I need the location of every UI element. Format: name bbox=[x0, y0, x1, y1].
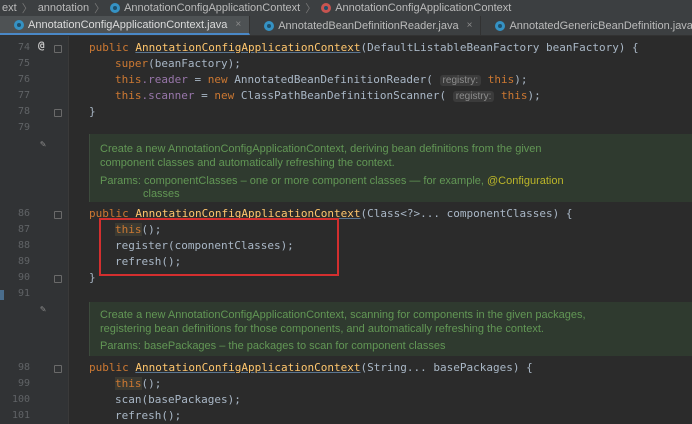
fold-icon[interactable] bbox=[54, 45, 62, 53]
code-token: AnnotatedBeanDefinitionReader( bbox=[234, 73, 440, 86]
code-token: this bbox=[115, 73, 142, 86]
line-number: 77 bbox=[17, 90, 30, 101]
highlight-box bbox=[99, 218, 339, 276]
breadcrumb-item-method[interactable]: AnnotationConfigApplicationContext bbox=[319, 2, 513, 14]
tab-label: AnnotatedBeanDefinitionReader.java bbox=[278, 19, 459, 32]
line-number: 79 bbox=[17, 122, 30, 133]
edit-doc-icon[interactable]: ✎ bbox=[40, 139, 46, 150]
line-number: 78 bbox=[17, 106, 30, 117]
tab-annotated-bean-definition-reader[interactable]: AnnotatedBeanDefinitionReader.java × bbox=[250, 16, 482, 35]
code-token: AnnotationConfigApplicationContext bbox=[135, 41, 361, 54]
doc-params: Params: componentClasses – one or more c… bbox=[100, 174, 564, 188]
class-icon bbox=[495, 20, 506, 31]
line-number: 86 bbox=[17, 208, 30, 219]
doc-params-text: Params: componentClasses – one or more c… bbox=[100, 175, 488, 187]
line-number: 100 bbox=[11, 394, 30, 405]
code-token: ); bbox=[527, 89, 541, 102]
close-icon[interactable]: × bbox=[235, 19, 241, 30]
line-number: 74 bbox=[17, 42, 30, 53]
code-token: new bbox=[214, 89, 241, 102]
breadcrumb: ext 〉 annotation 〉 AnnotationConfigAppli… bbox=[0, 0, 692, 16]
code-token: (DefaultListableBeanFactory beanFactory)… bbox=[360, 41, 639, 54]
code-line-101[interactable]: refresh(); bbox=[115, 408, 181, 424]
editor-tabs: AnnotationConfigApplicationContext.java … bbox=[0, 16, 692, 36]
breadcrumb-separator: 〉 bbox=[21, 3, 33, 15]
edit-doc-icon[interactable]: ✎ bbox=[40, 304, 46, 315]
line-number: 89 bbox=[17, 256, 30, 267]
line-number: 75 bbox=[17, 58, 30, 69]
line-number: 88 bbox=[17, 240, 30, 251]
code-token: this bbox=[115, 89, 142, 102]
close-icon[interactable]: × bbox=[467, 20, 473, 31]
parameter-hint: registry: bbox=[452, 91, 495, 102]
code-token: public bbox=[89, 361, 136, 374]
tab-label: AnnotatedGenericBeanDefinition.java bbox=[509, 19, 692, 32]
doc-text: Params: basePackages – the packages to s… bbox=[100, 340, 446, 352]
breadcrumb-item-annotation[interactable]: annotation bbox=[36, 2, 91, 14]
code-token: public bbox=[89, 41, 136, 54]
code-line-75[interactable]: super(beanFactory); bbox=[115, 56, 241, 72]
code-token: this bbox=[494, 89, 528, 102]
fold-icon[interactable] bbox=[54, 211, 62, 219]
breadcrumb-separator: 〉 bbox=[305, 3, 317, 15]
code-token: new bbox=[207, 73, 235, 86]
code-token: .scanner bbox=[141, 89, 195, 102]
class-icon bbox=[110, 3, 121, 13]
breadcrumb-item-ext[interactable]: ext bbox=[0, 2, 19, 14]
code-line-74[interactable]: public AnnotationConfigApplicationContex… bbox=[89, 40, 639, 56]
rendered-javadoc: Create a new AnnotationConfigApplication… bbox=[89, 134, 692, 202]
code-token: super bbox=[115, 57, 149, 70]
doc-text: registering bean definitions for those c… bbox=[100, 323, 544, 335]
line-number: 76 bbox=[17, 74, 30, 85]
breadcrumb-separator: 〉 bbox=[94, 3, 106, 15]
tab-annotation-config-application-context[interactable]: AnnotationConfigApplicationContext.java … bbox=[0, 16, 251, 35]
code-line-99[interactable]: this(); bbox=[115, 376, 161, 392]
rendered-javadoc: Create a new AnnotationConfigApplication… bbox=[89, 302, 692, 356]
line-number: 101 bbox=[11, 410, 30, 421]
code-line-76[interactable]: this.reader = new AnnotatedBeanDefinitio… bbox=[115, 72, 527, 89]
doc-text: classes bbox=[143, 188, 180, 200]
tab-label: AnnotationConfigApplicationContext.java bbox=[28, 18, 228, 31]
line-number: 91 bbox=[17, 288, 30, 299]
breadcrumb-method-label: AnnotationConfigApplicationContext bbox=[335, 2, 512, 14]
tab-annotated-generic-bean-definition[interactable]: AnnotatedGenericBeanDefinition.java × bbox=[481, 16, 692, 35]
class-icon bbox=[14, 19, 24, 30]
code-token: ClassPathBeanDefinitionScanner( bbox=[240, 89, 453, 102]
current-line-marker bbox=[0, 290, 4, 300]
code-line-100[interactable]: scan(basePackages); bbox=[115, 392, 241, 408]
parameter-hint: registry: bbox=[439, 75, 482, 86]
breadcrumb-class-label: AnnotationConfigApplicationContext bbox=[124, 2, 301, 14]
doc-text: Create a new AnnotationConfigApplication… bbox=[100, 143, 542, 155]
code-token: (String... basePackages) { bbox=[360, 361, 533, 374]
code-token: this bbox=[481, 73, 515, 86]
code-line-90[interactable]: } bbox=[89, 270, 96, 286]
code-token: (beanFactory); bbox=[148, 57, 241, 70]
override-marker-icon[interactable]: @ bbox=[38, 39, 45, 52]
method-icon bbox=[321, 3, 332, 13]
code-token: = bbox=[187, 73, 208, 86]
line-number: 99 bbox=[17, 378, 30, 389]
fold-icon[interactable] bbox=[54, 109, 62, 117]
code-token: this bbox=[115, 377, 142, 390]
breadcrumb-item-class[interactable]: AnnotationConfigApplicationContext bbox=[108, 2, 302, 14]
code-token: (Class<?>... componentClasses) { bbox=[360, 207, 573, 220]
code-line-78[interactable]: } bbox=[89, 104, 96, 120]
code-line-77[interactable]: this.scanner = new ClassPathBeanDefiniti… bbox=[115, 88, 541, 105]
line-number: 90 bbox=[17, 272, 30, 283]
doc-text: Create a new AnnotationConfigApplication… bbox=[100, 309, 586, 321]
line-number: 87 bbox=[17, 224, 30, 235]
line-number: 98 bbox=[17, 362, 30, 373]
code-token: AnnotationConfigApplicationContext bbox=[135, 361, 361, 374]
code-line-98[interactable]: public AnnotationConfigApplicationContex… bbox=[89, 360, 533, 376]
fold-icon[interactable] bbox=[54, 365, 62, 373]
code-token: (); bbox=[141, 377, 162, 390]
fold-icon[interactable] bbox=[54, 275, 62, 283]
doc-annotation-link[interactable]: @Configuration bbox=[487, 175, 564, 187]
doc-text: component classes and automatically refr… bbox=[100, 157, 395, 169]
class-icon bbox=[264, 20, 275, 31]
code-token: ); bbox=[514, 73, 528, 86]
code-token: = bbox=[194, 89, 215, 102]
code-token: .reader bbox=[141, 73, 188, 86]
editor-gutter[interactable]: @ 74 75 76 77 78 79 ✎ 86 87 88 89 90 91 … bbox=[0, 36, 69, 424]
